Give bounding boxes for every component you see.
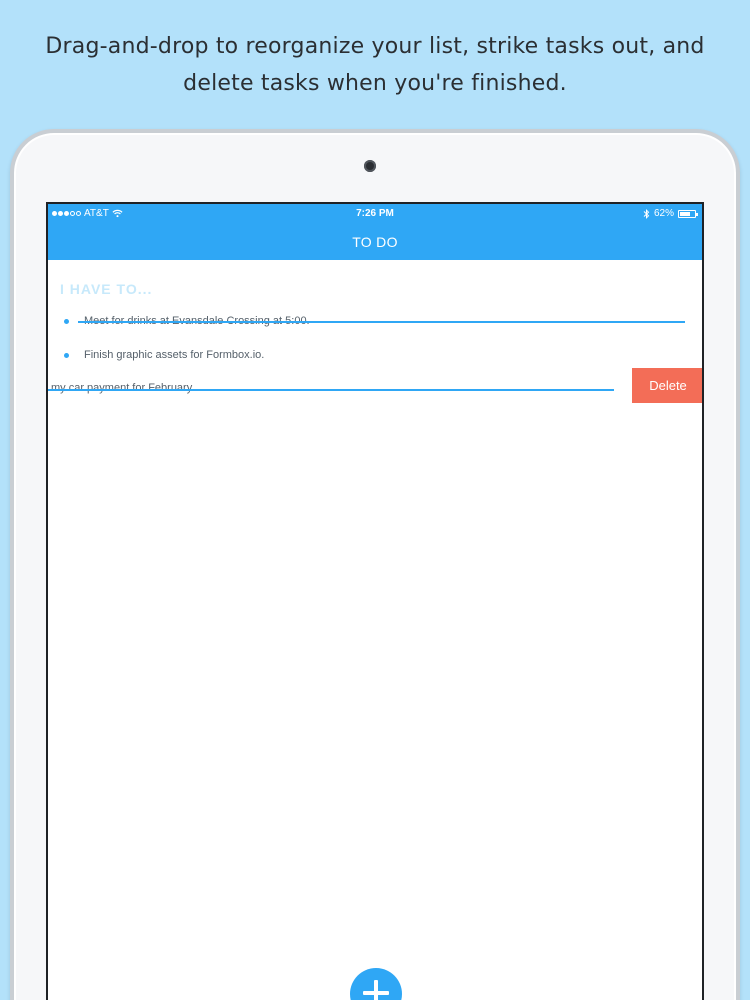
camera-icon — [364, 160, 376, 172]
app-screen: AT&T 7:26 PM 62% TO DO I HAVE TO... Fini… — [46, 202, 704, 1000]
nav-bar: TO DO — [48, 224, 702, 260]
strike-through-line — [78, 321, 685, 323]
status-bar: AT&T 7:26 PM 62% — [48, 204, 702, 224]
caption-line-1: Drag-and-drop to reorganize your list, s… — [45, 34, 705, 59]
bullet-icon — [64, 353, 69, 358]
bluetooth-icon — [643, 208, 650, 219]
status-time: 7:26 PM — [356, 208, 394, 219]
bullet-icon — [64, 319, 69, 324]
plus-icon — [363, 980, 389, 1000]
app-screenshot: Drag-and-drop to reorganize your list, s… — [0, 0, 750, 1000]
battery-icon — [678, 209, 698, 218]
task-item[interactable]: Meet for drinks at Evansdale Crossing at… — [48, 308, 702, 338]
task-item[interactable]: Finish graphic assets for Formbox.io. — [48, 342, 702, 372]
list-header: I HAVE TO... — [60, 281, 153, 297]
caption-line-2: delete tasks when you're finished. — [183, 71, 567, 96]
status-right: 62% — [643, 208, 698, 219]
delete-button[interactable]: Delete — [632, 368, 702, 403]
task-item-swiped[interactable]: my car payment for February. — [48, 374, 702, 404]
strike-through-line — [48, 389, 614, 391]
add-task-button[interactable] — [350, 968, 402, 1000]
marketing-caption: Drag-and-drop to reorganize your list, s… — [0, 28, 750, 102]
task-text: Finish graphic assets for Formbox.io. — [84, 349, 265, 361]
task-text: my car payment for February. — [51, 382, 195, 394]
nav-title: TO DO — [352, 234, 398, 250]
battery-percent: 62% — [653, 208, 674, 219]
